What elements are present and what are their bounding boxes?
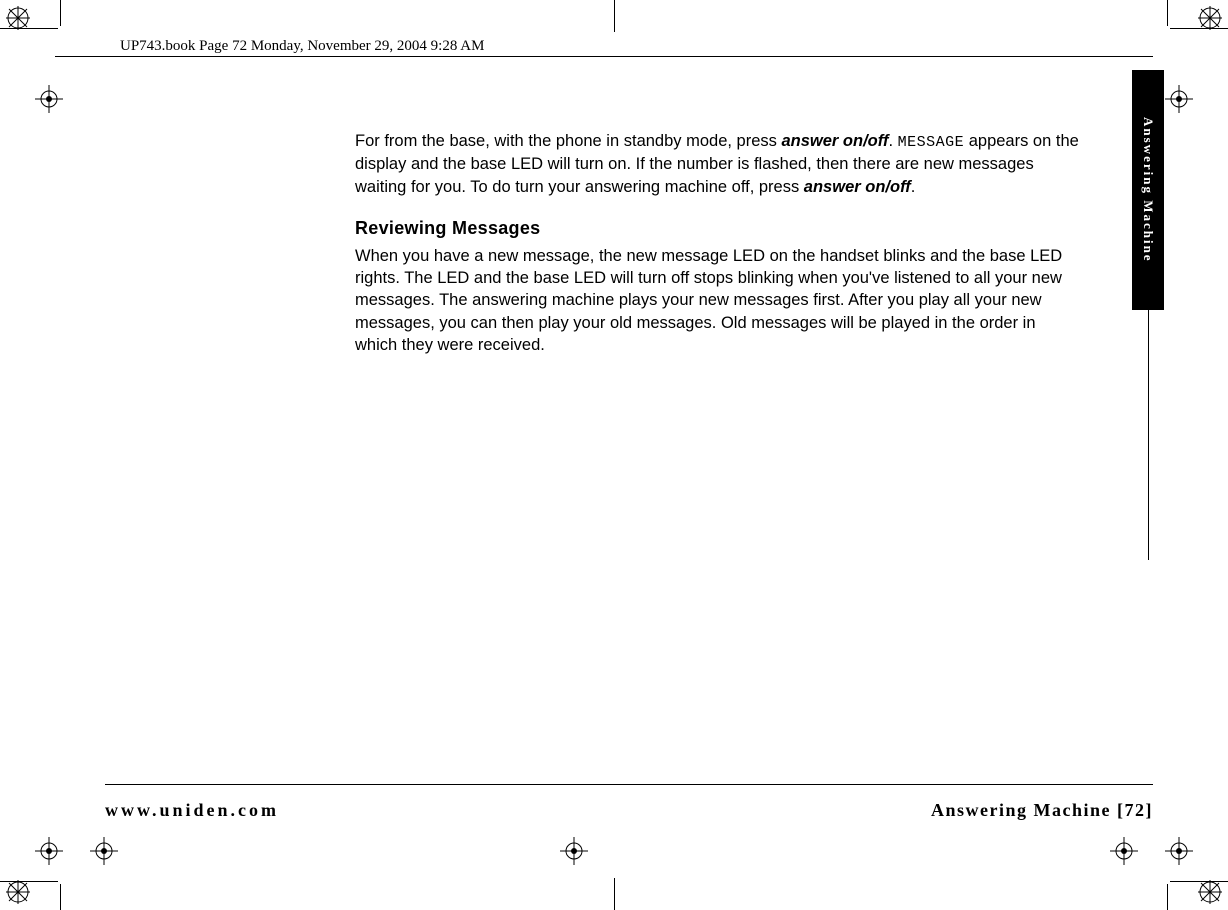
crop-line [60, 884, 61, 910]
button-label-answer-onoff-2: answer on/off [804, 178, 911, 196]
crop-line [614, 0, 615, 32]
crop-line [60, 0, 61, 26]
text: For from the base, with the phone in sta… [355, 132, 781, 150]
page-content: For from the base, with the phone in sta… [355, 130, 1080, 374]
registration-corner-icon [1198, 880, 1222, 904]
paragraph-1: For from the base, with the phone in sta… [355, 130, 1080, 198]
registration-corner-icon [6, 880, 30, 904]
crop-line [0, 28, 58, 29]
registration-corner-icon [6, 6, 30, 30]
crop-line [1167, 884, 1168, 910]
registration-target-icon [35, 85, 63, 113]
footer-rule [105, 784, 1153, 785]
registration-target-icon [1165, 837, 1193, 865]
crop-line [614, 878, 615, 910]
registration-target-icon [90, 837, 118, 865]
crop-line [1170, 28, 1228, 29]
registration-target-icon [35, 837, 63, 865]
text: . [911, 178, 916, 196]
registration-target-icon [1165, 85, 1193, 113]
registration-target-icon [1110, 837, 1138, 865]
registration-corner-icon [1198, 6, 1222, 30]
header-rule [55, 56, 1153, 57]
paragraph-2: When you have a new message, the new mes… [355, 245, 1080, 356]
crop-line [1167, 0, 1168, 26]
text: . [888, 132, 897, 150]
footer-page-ref: Answering Machine [72] [931, 800, 1153, 821]
running-head: UP743.book Page 72 Monday, November 29, … [120, 38, 484, 55]
registration-target-icon [560, 837, 588, 865]
section-tab-line [1148, 310, 1149, 560]
footer-url: www.uniden.com [105, 800, 279, 821]
display-text-message: MESSAGE [898, 134, 965, 151]
crop-line [1170, 881, 1228, 882]
section-heading: Reviewing Messages [355, 218, 1080, 239]
button-label-answer-onoff: answer on/off [781, 132, 888, 150]
section-tab: Answering Machine [1132, 70, 1164, 310]
crop-line [0, 881, 58, 882]
section-tab-label: Answering Machine [1140, 117, 1156, 263]
